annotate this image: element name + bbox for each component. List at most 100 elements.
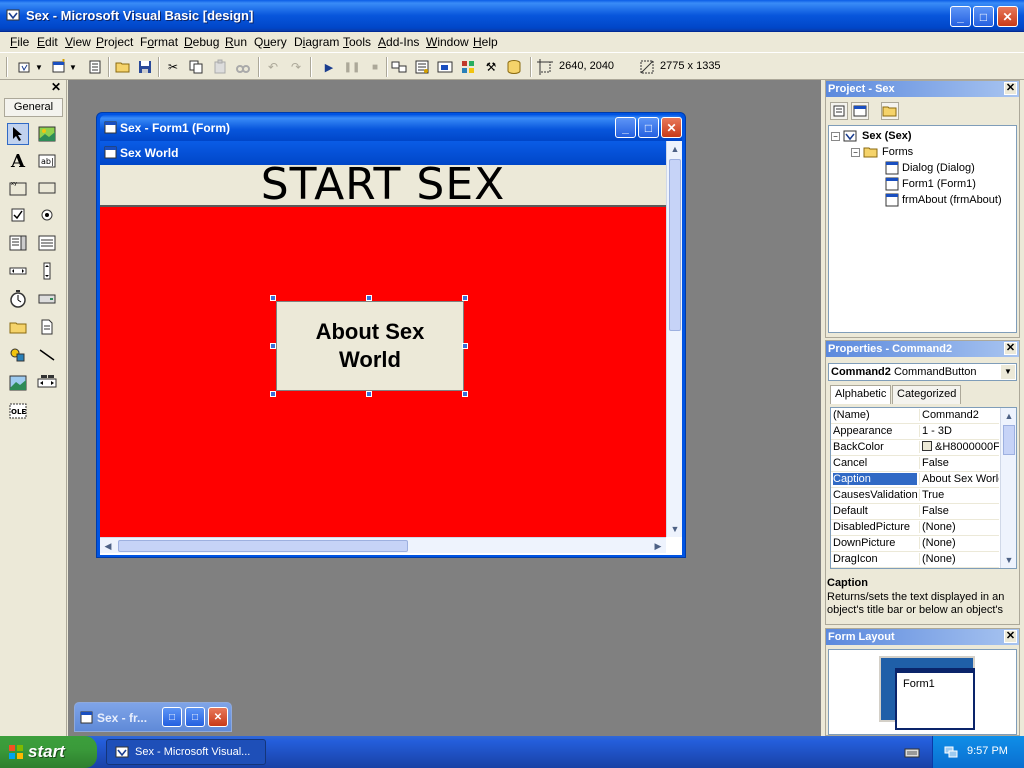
property-row-selected[interactable]: Caption About Sex World xyxy=(831,472,999,488)
property-row[interactable]: Cancel False xyxy=(831,456,999,472)
add-project-icon[interactable] xyxy=(16,58,34,76)
data-control-tool-icon[interactable] xyxy=(36,372,58,394)
property-scroll-thumb[interactable] xyxy=(1003,425,1015,455)
tree-node-form[interactable]: frmAbout (frmAbout) xyxy=(885,193,1002,207)
combo-box-tool-icon[interactable] xyxy=(7,232,29,254)
property-value[interactable]: (None) xyxy=(919,553,999,565)
toolbox-tab-general[interactable]: General xyxy=(4,98,63,117)
property-row[interactable]: BackColor &H8000000F xyxy=(831,440,999,456)
checkbox-tool-icon[interactable] xyxy=(7,204,29,226)
start-label[interactable]: START SEX xyxy=(100,163,666,207)
taskbar-item-visual-basic[interactable]: Sex - Microsoft Visual... xyxy=(106,739,266,765)
tab-categorized[interactable]: Categorized xyxy=(892,385,962,404)
tree-node-project[interactable]: − Sex (Sex) xyxy=(831,129,912,143)
menu-editor-icon[interactable] xyxy=(86,58,104,76)
menu-edit[interactable]: Edit xyxy=(37,35,58,49)
property-grid-scrollbar[interactable]: ▲ ▼ xyxy=(1000,408,1016,568)
view-object-icon[interactable] xyxy=(851,102,869,120)
image-tool-icon[interactable] xyxy=(7,372,29,394)
resize-handle[interactable] xyxy=(270,343,276,349)
vertical-scrollbar[interactable]: ▲ ▼ xyxy=(666,141,682,537)
menu-tools[interactable]: Tools xyxy=(343,35,371,49)
dir-list-box-tool-icon[interactable] xyxy=(7,316,29,338)
property-row[interactable]: DisabledPicture (None) xyxy=(831,520,999,536)
scroll-up-icon[interactable]: ▲ xyxy=(1001,408,1016,424)
maximize-button[interactable]: □ xyxy=(185,707,205,727)
find-icon[interactable] xyxy=(234,58,252,76)
network-icon[interactable] xyxy=(943,744,959,760)
property-value[interactable]: False xyxy=(919,505,999,517)
close-icon[interactable]: ✕ xyxy=(1004,630,1017,643)
collapse-icon[interactable]: − xyxy=(851,147,860,157)
timer-tool-icon[interactable] xyxy=(7,288,29,310)
form-layout-icon[interactable] xyxy=(436,58,454,76)
property-value[interactable]: True xyxy=(919,489,999,501)
resize-handle[interactable] xyxy=(462,391,468,397)
pointer-tool-icon[interactable] xyxy=(7,123,29,145)
form-maximize-button[interactable]: □ xyxy=(638,117,659,138)
vertical-scroll-thumb[interactable] xyxy=(669,159,681,331)
line-tool-icon[interactable] xyxy=(36,344,58,366)
menu-view[interactable]: View xyxy=(65,35,91,49)
textbox-tool-icon[interactable]: ab| xyxy=(36,150,58,172)
save-icon[interactable] xyxy=(136,58,154,76)
start-button[interactable]: start xyxy=(0,736,97,768)
cut-icon[interactable]: ✂ xyxy=(164,58,182,76)
scroll-down-icon[interactable]: ▼ xyxy=(667,521,683,537)
restore-button[interactable]: □ xyxy=(162,707,182,727)
copy-icon[interactable] xyxy=(187,58,205,76)
form-minimize-button[interactable]: _ xyxy=(615,117,636,138)
resize-handle[interactable] xyxy=(366,391,372,397)
property-value[interactable]: &H8000000F xyxy=(919,441,999,453)
drive-list-box-tool-icon[interactable] xyxy=(36,288,58,310)
menu-query[interactable]: Query xyxy=(254,35,287,49)
project-explorer-icon[interactable] xyxy=(390,58,408,76)
menu-project[interactable]: Project xyxy=(96,35,133,49)
horizontal-scrollbar[interactable]: ◀ ▶ xyxy=(100,537,666,553)
close-icon[interactable]: ✕ xyxy=(1004,342,1017,355)
scroll-right-icon[interactable]: ▶ xyxy=(650,538,666,554)
close-icon[interactable]: ✕ xyxy=(1004,82,1017,95)
property-value[interactable]: 1 - 3D xyxy=(919,425,999,437)
property-value[interactable]: False xyxy=(919,457,999,469)
form1-layout-window[interactable]: Form1 xyxy=(895,668,975,730)
minimize-button[interactable]: _ xyxy=(950,6,971,27)
frame-tool-icon[interactable]: xy xyxy=(7,177,29,199)
property-row[interactable]: DragIcon (None) xyxy=(831,552,999,568)
option-button-tool-icon[interactable] xyxy=(36,204,58,226)
start-run-icon[interactable]: ▶ xyxy=(320,58,338,76)
dropdown-arrow-icon[interactable]: ▼ xyxy=(34,58,44,76)
property-row[interactable]: DownPicture (None) xyxy=(831,536,999,552)
menu-file[interactable]: File xyxy=(10,35,29,49)
scroll-up-icon[interactable]: ▲ xyxy=(667,141,683,157)
property-row[interactable]: Appearance 1 - 3D xyxy=(831,424,999,440)
maximize-button[interactable]: □ xyxy=(973,6,994,27)
property-value[interactable]: Command2 xyxy=(919,409,999,421)
about-command-button[interactable]: About Sex World xyxy=(276,301,464,391)
ole-tool-icon[interactable]: OLE xyxy=(7,400,29,422)
property-row[interactable]: (Name) Command2 xyxy=(831,408,999,424)
resize-handle[interactable] xyxy=(462,343,468,349)
toolbox-close-icon[interactable]: ✕ xyxy=(49,81,63,95)
form-close-button[interactable]: ✕ xyxy=(661,117,682,138)
object-browser-icon[interactable] xyxy=(459,58,477,76)
properties-window-icon[interactable] xyxy=(413,58,431,76)
keyboard-icon[interactable] xyxy=(904,744,920,760)
hscrollbar-tool-icon[interactable] xyxy=(7,260,29,282)
menu-add-ins[interactable]: Add-Ins xyxy=(378,35,419,49)
tree-node-form[interactable]: Dialog (Dialog) xyxy=(885,161,975,175)
close-button[interactable]: ✕ xyxy=(997,6,1018,27)
tree-node-forms-folder[interactable]: − Forms xyxy=(851,145,913,159)
redo-icon[interactable]: ↷ xyxy=(287,58,305,76)
dropdown-arrow-icon[interactable]: ▼ xyxy=(68,58,78,76)
collapse-icon[interactable]: − xyxy=(831,131,840,141)
tab-alphabetic[interactable]: Alphabetic xyxy=(830,385,892,404)
command-button-tool-icon[interactable] xyxy=(36,177,58,199)
horizontal-scroll-thumb[interactable] xyxy=(118,540,408,552)
open-folder-icon[interactable] xyxy=(114,58,132,76)
picture-box-tool-icon[interactable] xyxy=(36,123,58,145)
menu-diagram[interactable]: Diagram xyxy=(294,35,339,49)
list-box-tool-icon[interactable] xyxy=(36,232,58,254)
break-icon[interactable]: ❚❚ xyxy=(343,58,361,76)
menu-debug[interactable]: Debug xyxy=(184,35,219,49)
